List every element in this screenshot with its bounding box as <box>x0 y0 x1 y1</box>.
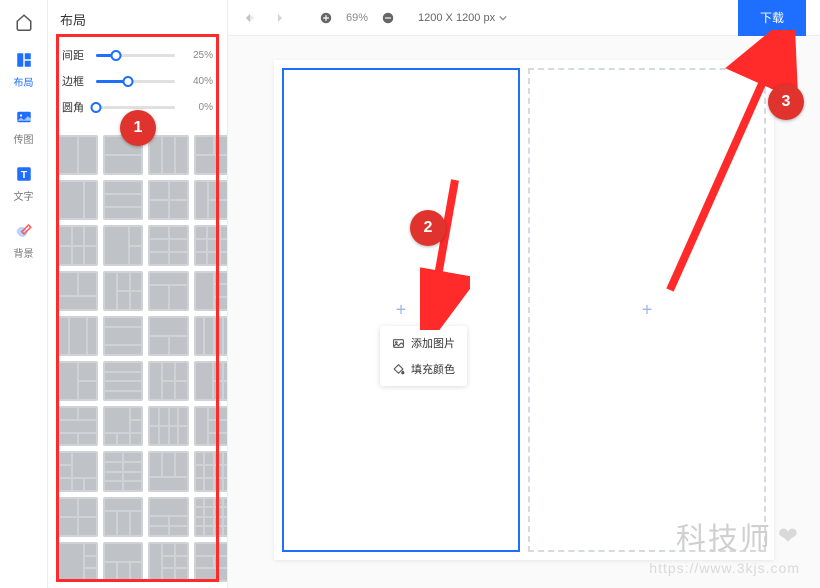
template-item[interactable] <box>103 225 143 265</box>
template-item[interactable] <box>103 316 143 356</box>
template-item[interactable] <box>58 542 98 582</box>
template-item[interactable] <box>103 271 143 311</box>
menu-fill-color[interactable]: 填充颜色 <box>380 356 467 382</box>
template-item[interactable] <box>58 271 98 311</box>
template-item[interactable] <box>194 135 227 175</box>
canvas-cell-selected[interactable]: + 添加图片 填充颜色 <box>282 68 520 552</box>
rail-text[interactable]: T 文字 <box>14 164 34 203</box>
menu-add-image[interactable]: 添加图片 <box>380 330 467 356</box>
zoom-out-button[interactable] <box>380 10 396 26</box>
annotation-badge-3: 3 <box>768 84 804 120</box>
zoom-level: 69% <box>346 12 368 24</box>
zoom-in-button[interactable] <box>318 10 334 26</box>
nav-rail: 布局 传图 T 文字 背景 <box>0 0 48 588</box>
layout-icon <box>14 50 34 70</box>
template-item[interactable] <box>194 451 227 491</box>
background-icon <box>14 221 34 241</box>
layout-templates <box>48 129 227 588</box>
template-item[interactable] <box>103 497 143 537</box>
template-item[interactable] <box>103 451 143 491</box>
canvas-size-select[interactable]: 1200 X 1200 px <box>418 12 507 24</box>
rail-background[interactable]: 背景 <box>14 221 34 260</box>
slider-spacing[interactable]: 间距 25% <box>62 47 213 63</box>
template-item[interactable] <box>148 271 188 311</box>
template-item[interactable] <box>103 180 143 220</box>
template-item[interactable] <box>148 361 188 401</box>
template-item[interactable] <box>194 316 227 356</box>
template-item[interactable] <box>194 271 227 311</box>
context-menu: 添加图片 填充颜色 <box>380 326 467 386</box>
home-icon <box>14 12 34 32</box>
annotation-badge-1: 1 <box>120 110 156 146</box>
template-item[interactable] <box>58 135 98 175</box>
rail-background-label: 背景 <box>14 245 34 260</box>
template-item[interactable] <box>58 316 98 356</box>
rail-image[interactable]: 传图 <box>14 107 34 146</box>
plus-icon: + <box>396 300 407 321</box>
svg-text:T: T <box>20 169 27 181</box>
template-item[interactable] <box>58 180 98 220</box>
template-item[interactable] <box>194 225 227 265</box>
image-icon <box>392 337 405 350</box>
template-item[interactable] <box>58 406 98 446</box>
template-item[interactable] <box>148 542 188 582</box>
annotation-arrow-3 <box>640 30 820 310</box>
template-item[interactable] <box>148 135 188 175</box>
template-item[interactable] <box>148 497 188 537</box>
template-item[interactable] <box>103 406 143 446</box>
text-icon: T <box>14 164 34 184</box>
template-item[interactable] <box>148 316 188 356</box>
redo-button[interactable] <box>270 10 286 26</box>
template-item[interactable] <box>194 497 227 537</box>
image-icon <box>14 107 34 127</box>
template-item[interactable] <box>148 451 188 491</box>
rail-home[interactable] <box>14 12 34 32</box>
template-item[interactable] <box>148 406 188 446</box>
template-item[interactable] <box>194 542 227 582</box>
template-item[interactable] <box>103 542 143 582</box>
paint-icon <box>392 363 405 376</box>
rail-image-label: 传图 <box>14 131 34 146</box>
template-item[interactable] <box>148 225 188 265</box>
chevron-down-icon <box>499 14 507 22</box>
template-item[interactable] <box>103 361 143 401</box>
template-item[interactable] <box>58 361 98 401</box>
sidebar-title: 布局 <box>48 0 227 39</box>
template-item[interactable] <box>58 497 98 537</box>
rail-layout[interactable]: 布局 <box>14 50 34 89</box>
template-item[interactable] <box>194 406 227 446</box>
template-item[interactable] <box>194 361 227 401</box>
slider-border[interactable]: 边框 40% <box>62 73 213 89</box>
template-item[interactable] <box>58 451 98 491</box>
sidebar: 布局 间距 25% 边框 40% 圆角 0% <box>48 0 228 588</box>
annotation-badge-2: 2 <box>410 210 446 246</box>
rail-layout-label: 布局 <box>14 74 34 89</box>
annotation-arrow-2 <box>420 170 470 330</box>
rail-text-label: 文字 <box>14 188 34 203</box>
template-item[interactable] <box>194 180 227 220</box>
template-item[interactable] <box>148 180 188 220</box>
undo-button[interactable] <box>242 10 258 26</box>
template-item[interactable] <box>58 225 98 265</box>
